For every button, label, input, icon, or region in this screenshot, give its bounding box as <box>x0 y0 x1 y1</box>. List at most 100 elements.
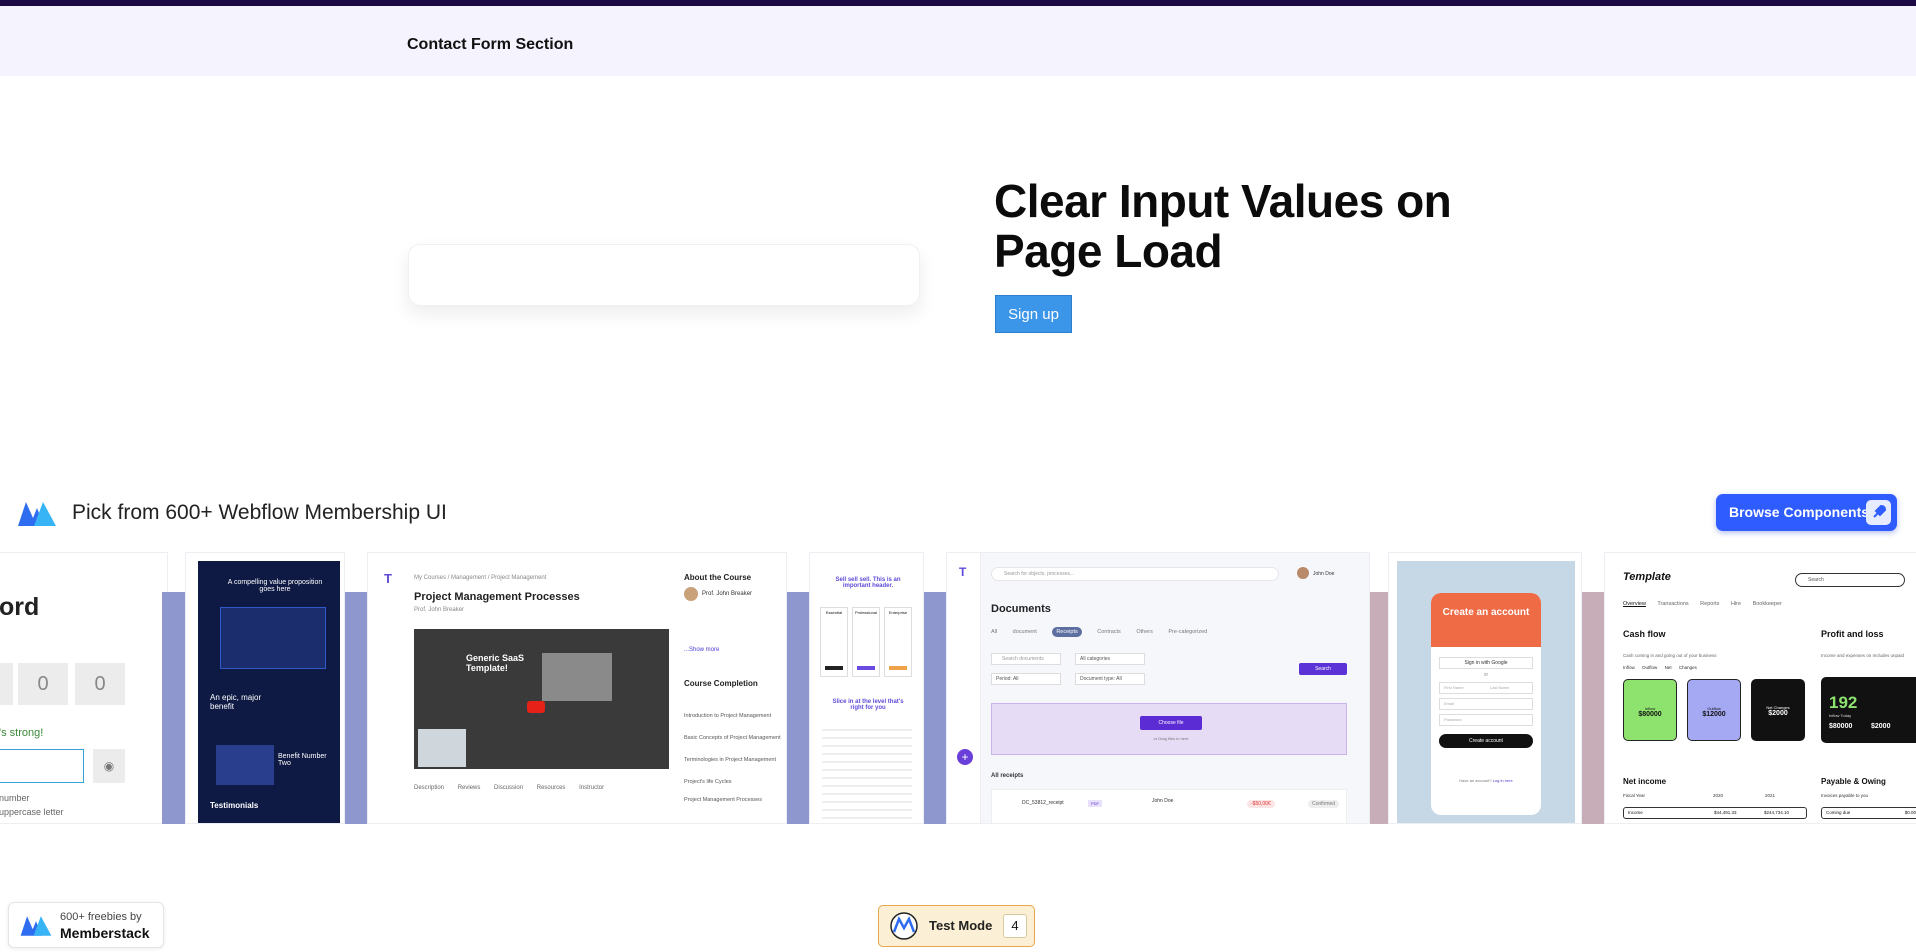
type-select[interactable]: Document type: All <box>1075 673 1145 685</box>
course-tabs[interactable]: Description Reviews Discussion Resources… <box>414 785 604 791</box>
hero-title: Clear Input Values on Page Load <box>994 175 1452 277</box>
memberstack-logo-icon <box>20 916 52 936</box>
docs-search-button[interactable]: Search <box>1299 663 1347 675</box>
search-documents[interactable]: Search documents <box>991 653 1061 665</box>
finance-tabs[interactable]: Overview Transactions Reports Hire Bookk… <box>1623 601 1782 607</box>
profit-loss-title: Profit and loss <box>1821 629 1884 639</box>
net-income-title: Net income <box>1623 777 1667 786</box>
section-header: Contact Form Section <box>0 6 1916 76</box>
docs-sidebar: T + <box>947 553 981 823</box>
preview-password[interactable]: ord 0 0 's strong! ◉ number uppercase le… <box>0 552 168 824</box>
rocket-icon <box>1866 500 1891 525</box>
browse-components-label: Browse Components <box>1729 504 1870 520</box>
dark-page: A compelling value proposition goes here… <box>198 561 340 823</box>
breadcrumb: My Courses / Management / Project Manage… <box>414 575 547 581</box>
preview-pricing[interactable]: Sell sell sell. This is an important hea… <box>809 552 924 824</box>
receipt-amount: -$50,00€ <box>1247 800 1275 808</box>
period-select[interactable]: Period: All <box>991 673 1061 685</box>
inflow-card: Inflow $80000 <box>1623 679 1677 741</box>
play-icon[interactable] <box>527 701 545 713</box>
name-fields[interactable]: First Name Last Name <box>1439 682 1533 694</box>
account-card: Create an account Sign in with Google or… <box>1431 593 1541 815</box>
email-field[interactable]: Email <box>1439 698 1533 710</box>
saas-epic: An epic, major benefit <box>210 693 262 711</box>
account-title: Create an account <box>1431 593 1541 647</box>
cash-legend: Inflow Outflow Net Changes <box>1623 665 1697 670</box>
code-box: 0 <box>75 663 125 705</box>
preview-course[interactable]: T My Courses / Management / Project Mana… <box>367 552 787 824</box>
password-rule: uppercase letter <box>0 807 64 817</box>
preview-finance[interactable]: Template Search Overview Transactions Re… <box>1604 552 1916 824</box>
saas-benefit: Benefit Number Two <box>278 753 327 767</box>
create-account-button[interactable]: Create account <box>1439 734 1533 748</box>
receipt-name: DC_53812_receipt <box>1022 800 1064 806</box>
dashboard-image <box>220 607 326 669</box>
big-value: 192 <box>1829 693 1858 712</box>
presenter-thumbnail <box>418 729 466 767</box>
lesson-list: Introduction to Project Management Basic… <box>684 713 784 815</box>
lesson-item: Project's life Cycles <box>684 779 732 785</box>
password-input[interactable] <box>0 749 84 783</box>
income-row: Income $44,491.33 $244,734.10 <box>1623 807 1807 819</box>
preview-saas-landing[interactable]: A compelling value proposition goes here… <box>185 552 345 824</box>
preview-backdrop <box>787 592 809 824</box>
eye-icon[interactable]: ◉ <box>93 749 125 783</box>
add-icon[interactable]: + <box>957 749 973 765</box>
upload-dropzone[interactable]: Choose file or Drag files in here <box>991 703 1347 755</box>
finance-brand: Template <box>1623 571 1671 583</box>
password-rule: number <box>0 793 30 803</box>
receipt-row[interactable]: DC_53812_receipt PDF John Doe -$50,00€ C… <box>991 789 1347 823</box>
lesson-item: Basic Concepts of Project Management <box>684 735 781 741</box>
net-changes-card: Net Changes $2000 <box>1751 679 1805 741</box>
brand-icon: T <box>384 571 392 586</box>
choose-file-button[interactable]: Choose file <box>1140 716 1202 730</box>
lesson-item: Introduction to Project Management <box>684 713 772 719</box>
profit-loss-subtitle: Income and expenses on Includes unpaid <box>1821 653 1905 658</box>
google-signin-button[interactable]: Sign in with Google <box>1439 657 1533 669</box>
password-field[interactable]: Password <box>1439 714 1533 726</box>
chart-thumbnail <box>216 745 274 785</box>
show-more-link[interactable]: ...Show more <box>684 647 719 653</box>
saas-testimonials: Testimonials <box>210 801 259 810</box>
memberstack-brand: Memberstack <box>60 925 150 941</box>
outflow-card: Outflow $12000 <box>1687 679 1741 741</box>
docs-user: John Doe <box>1313 571 1335 577</box>
docs-tabs[interactable]: All document Receipts Contracts Others P… <box>991 627 1207 637</box>
course-video[interactable]: Generic SaaS Template! <box>414 629 669 769</box>
pricing-subheadline: Slice in at the level that's right for y… <box>832 699 904 711</box>
fiscal-row: Fiscal Year 2020 2021 <box>1623 793 1776 798</box>
about-title: About the Course <box>684 573 752 582</box>
comparison-table <box>822 723 912 819</box>
category-select[interactable]: All categories <box>1075 653 1145 665</box>
plan-card: Essential <box>820 607 848 677</box>
login-link[interactable]: Log in here <box>1493 778 1513 783</box>
avatar <box>1297 567 1309 579</box>
freebies-text: 600+ freebies by <box>60 911 142 923</box>
receipts-title: All receipts <box>991 773 1024 779</box>
test-mode-badge[interactable]: Test Mode 4 <box>878 905 1035 947</box>
lesson-item: Project Management Processes <box>684 797 762 803</box>
memberstack-logo-icon <box>18 502 56 526</box>
preview-documents[interactable]: T + Search for objects, processes... Joh… <box>946 552 1370 824</box>
browse-components-button[interactable]: Browse Components <box>1716 494 1897 531</box>
file-badge: PDF <box>1088 800 1102 807</box>
plan-card: Enterprise <box>884 607 912 677</box>
text-input-field[interactable] <box>408 244 920 306</box>
lesson-item: Terminologies in Project Management <box>684 757 777 763</box>
finance-search[interactable]: Search <box>1795 573 1905 587</box>
plan-card: Professional <box>852 607 880 677</box>
memberstack-freebies-badge[interactable]: 600+ freebies by Memberstack <box>8 902 164 948</box>
pricing-headline: Sell sell sell. This is an important hea… <box>835 577 901 589</box>
docs-search[interactable]: Search for objects, processes... <box>991 567 1279 581</box>
instructor-name: Prof. John Breaker <box>702 591 753 597</box>
sign-up-button[interactable]: Sign up <box>995 295 1072 333</box>
payable-title: Payable & Owing <box>1821 777 1886 786</box>
login-prompt: Have an account? Log in here <box>1459 778 1513 783</box>
receipt-owner: John Doe <box>1152 798 1174 804</box>
template-preview-strip: ord 0 0 's strong! ◉ number uppercase le… <box>0 552 1916 824</box>
preview-create-account[interactable]: Create an account Sign in with Google or… <box>1388 552 1582 824</box>
password-strength: 's strong! <box>0 727 44 739</box>
avatar <box>684 587 698 601</box>
memberstack-mode-icon <box>890 912 918 940</box>
code-box: 0 <box>18 663 68 705</box>
